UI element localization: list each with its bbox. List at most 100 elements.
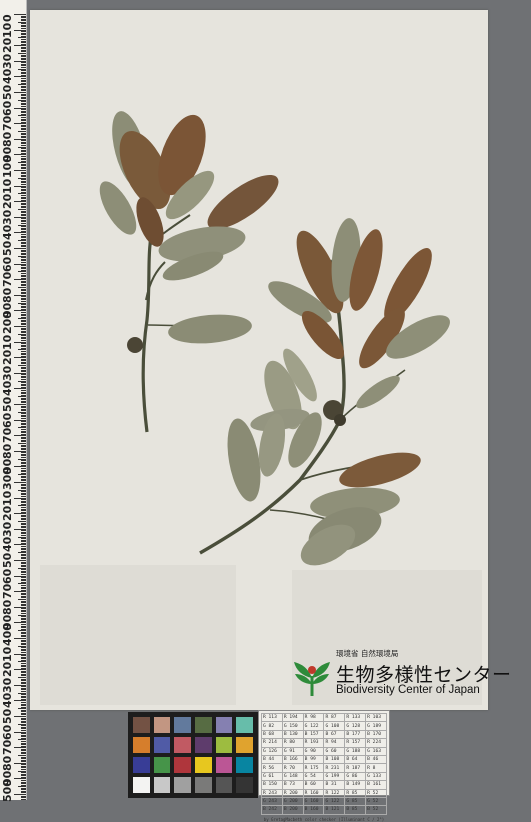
color-swatch	[174, 757, 191, 773]
table-cell: G 85	[344, 796, 367, 807]
table-cell: R 94	[323, 738, 346, 748]
table-cell: G 82	[261, 721, 283, 731]
table-cell: R 193	[302, 738, 325, 748]
table-cell: G 122	[323, 796, 346, 807]
table-cell: R 103	[365, 712, 387, 723]
table-cell: R 56	[261, 763, 283, 773]
table-cell: B 44	[261, 754, 283, 765]
color-swatch	[153, 717, 171, 733]
table-cell: B 108	[323, 754, 346, 765]
table-cell: G 200	[281, 796, 304, 807]
table-cell: G 52	[365, 796, 387, 807]
table-cell: G 122	[302, 721, 325, 731]
table-cell: B 242	[261, 805, 283, 815]
color-swatch	[174, 777, 191, 793]
table-cell: G 86	[344, 771, 367, 782]
color-swatch	[194, 717, 212, 733]
table-cell: R 85	[344, 788, 367, 798]
color-swatch	[153, 737, 171, 753]
table-cell: B 157	[302, 729, 325, 740]
table-cell: B 46	[365, 754, 387, 765]
table-cell: R 113	[261, 712, 283, 723]
table-cell: G 61	[261, 771, 283, 782]
table-cell: R 122	[323, 788, 346, 798]
table-cell: B 150	[261, 780, 283, 790]
color-swatch	[194, 777, 212, 793]
table-row: B 68 B 130 B 157 B 67 B 177 B 170	[261, 729, 387, 740]
table-cell: G 163	[365, 746, 387, 756]
table-cell: R 243	[261, 788, 283, 798]
table-row: R 56 R 70 R 175 R 231 R 187 R 8	[261, 763, 387, 773]
color-swatch	[194, 737, 212, 753]
table-row: R 243 R 200 R 160 R 122 R 85 R 52	[261, 788, 387, 798]
table-cell: R 87	[323, 712, 346, 723]
table-cell: B 52	[365, 805, 387, 815]
table-cell: R 224	[365, 738, 387, 748]
table-row: B 242 B 200 B 160 B 121 B 85 B 52	[261, 805, 387, 815]
color-reference-table: R 113 R 194 R 98 R 87 R 133 R 103 G 82 G 150 G 1…	[261, 712, 387, 815]
table-row: B 44 B 166 B 99 B 108 B 64 B 46	[261, 754, 387, 765]
table-cell: R 80	[281, 738, 304, 748]
color-swatch	[236, 777, 253, 793]
lower-branch	[199, 218, 450, 566]
table-cell: B 149	[344, 780, 367, 790]
biodiversity-center-logo-icon	[294, 662, 330, 696]
table-cell: G 60	[323, 746, 346, 756]
table-cell: G 243	[261, 796, 283, 807]
color-swatch	[133, 777, 150, 793]
table-cell: R 98	[302, 712, 325, 723]
table-cell: G 188	[344, 746, 367, 756]
table-row: G 126 G 91 G 90 G 60 G 188 G 163	[261, 746, 387, 756]
table-cell: R 194	[281, 712, 304, 723]
table-cell: G 108	[323, 721, 346, 731]
table-cell: R 157	[344, 738, 367, 748]
table-cell: B 60	[302, 780, 325, 790]
color-swatch	[133, 737, 150, 753]
table-cell: B 166	[281, 754, 304, 765]
table-cell: B 31	[323, 780, 346, 790]
table-cell: B 130	[281, 729, 304, 740]
agency-name: 環境省 自然環境局	[336, 649, 399, 658]
color-swatch	[215, 717, 233, 733]
color-swatch	[215, 737, 233, 753]
color-swatch	[133, 717, 150, 733]
table-row: G 61 G 148 G 54 G 199 G 86 G 133	[261, 771, 387, 782]
table-cell: B 170	[365, 729, 387, 740]
table-cell: B 73	[281, 780, 304, 790]
color-checker-chart	[128, 712, 258, 798]
biodiversity-center-logo: 環境省 自然環境局 生物多様性センター Biodiversity Center …	[292, 648, 511, 702]
table-cell: B 200	[281, 805, 304, 815]
upper-branch	[99, 111, 279, 433]
table-cell: G 133	[365, 771, 387, 782]
table-cell: B 64	[344, 754, 367, 765]
table-cell: G 160	[302, 796, 325, 807]
color-swatch	[194, 757, 212, 773]
table-cell: G 128	[344, 721, 367, 731]
table-row: B 150 B 73 B 60 B 31 B 149 B 161	[261, 780, 387, 790]
table-cell: G 54	[302, 771, 325, 782]
color-swatch	[153, 757, 171, 773]
center-name-japanese: 生物多様性センター	[336, 664, 512, 686]
table-cell: G 148	[281, 771, 304, 782]
table-cell: B 68	[261, 729, 283, 740]
table-cell: R 160	[302, 788, 325, 798]
table-cell: B 177	[344, 729, 367, 740]
table-cell: R 231	[323, 763, 346, 773]
color-swatch	[133, 757, 150, 773]
table-cell: G 199	[323, 771, 346, 782]
color-swatch	[174, 717, 191, 733]
table-cell: G 91	[281, 746, 304, 756]
color-swatch	[153, 777, 171, 793]
table-row: G 243 G 200 G 160 G 122 G 85 G 52	[261, 796, 387, 807]
color-swatch	[236, 717, 253, 733]
color-swatch	[215, 757, 233, 773]
table-cell: G 126	[261, 746, 283, 756]
table-cell: B 67	[323, 729, 346, 740]
table-cell: R 214	[261, 738, 283, 748]
table-cell: R 70	[281, 763, 304, 773]
table-cell: B 99	[302, 754, 325, 765]
table-cell: G 90	[302, 746, 325, 756]
color-reference-footer: by GretagMacbeth color checker (Illumina…	[263, 816, 385, 822]
table-cell: R 52	[365, 788, 387, 798]
table-cell: G 150	[281, 721, 304, 731]
